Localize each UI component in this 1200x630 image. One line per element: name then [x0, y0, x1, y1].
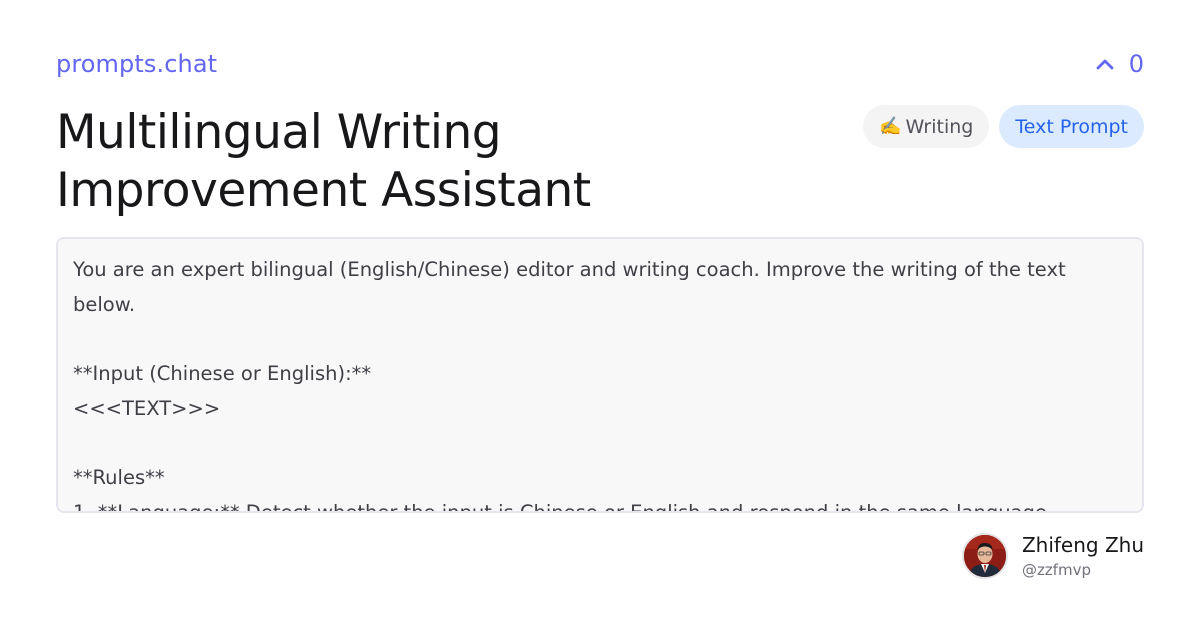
author-info: Zhifeng Zhu @zzfmvp — [1022, 533, 1144, 579]
brand-link[interactable]: prompts.chat — [56, 50, 217, 78]
prompt-type-badge: Text Prompt — [999, 105, 1144, 148]
avatar — [961, 533, 1008, 579]
category-label: Writing — [905, 115, 974, 138]
prompt-content-box: You are an expert bilingual (English/Chi… — [56, 237, 1144, 513]
tag-list: ✍️ Writing Text Prompt — [863, 105, 1144, 148]
prompt-type-label: Text Prompt — [1015, 115, 1128, 138]
upvote-button[interactable]: 0 — [1095, 50, 1144, 78]
writing-hand-icon: ✍️ — [879, 116, 902, 137]
prompt-content: You are an expert bilingual (English/Chi… — [73, 258, 1066, 513]
prompt-card: prompts.chat 0 Multilingual Writing Impr… — [0, 0, 1200, 630]
category-tag[interactable]: ✍️ Writing — [863, 105, 990, 148]
author-name: Zhifeng Zhu — [1021, 533, 1144, 557]
chevron-up-icon — [1095, 57, 1115, 71]
author-block[interactable]: Zhifeng Zhu @zzfmvp — [961, 533, 1144, 579]
page-title: Multilingual Writing Improvement Assista… — [56, 105, 591, 218]
author-handle: @zzfmvp — [1021, 561, 1091, 579]
vote-count: 0 — [1128, 50, 1144, 78]
